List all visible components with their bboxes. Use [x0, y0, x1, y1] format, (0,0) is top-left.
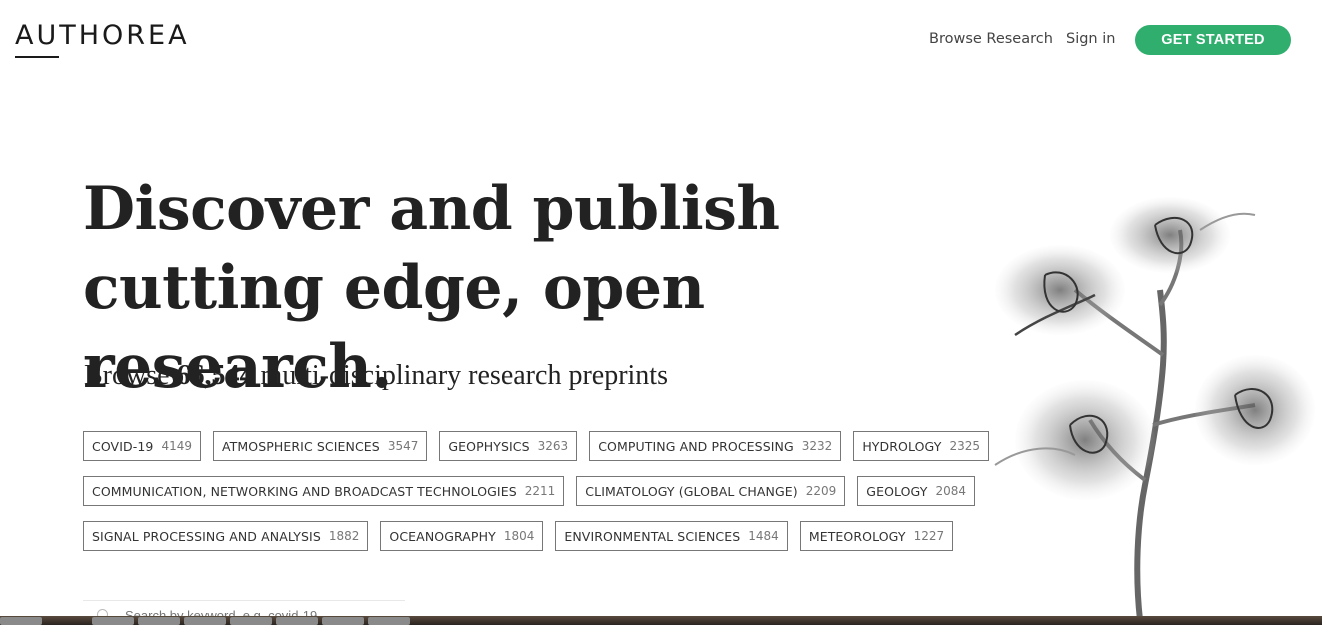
taskbar-button[interactable] [92, 617, 134, 625]
browse-prefix: Browse [84, 360, 170, 391]
browse-summary: Browse 66,544 multi-disciplinary researc… [84, 360, 668, 392]
taskbar-button[interactable] [184, 617, 226, 625]
tag-count: 4149 [161, 439, 192, 453]
tag-signal-processing[interactable]: SIGNAL PROCESSING AND ANALYSIS 1882 [83, 521, 369, 551]
browse-suffix: multi-disciplinary research preprints [260, 360, 668, 391]
sign-in-link[interactable]: Sign in [1066, 31, 1115, 47]
tag-count: 1227 [913, 529, 945, 543]
tag-name: GEOPHYSICS [448, 438, 530, 454]
tag-name: OCEANOGRAPHY [389, 528, 496, 544]
subject-tags-row-2: COMMUNICATION, NETWORKING AND BROADCAST … [83, 476, 976, 506]
tag-name: COVID-19 [92, 438, 154, 454]
tag-name: SIGNAL PROCESSING AND ANALYSIS [92, 528, 321, 544]
tag-count: 1484 [748, 529, 779, 543]
tag-environmental-sciences[interactable]: ENVIRONMENTAL SCIENCES 1484 [555, 521, 788, 551]
tag-geology[interactable]: GEOLOGY 2084 [857, 476, 976, 506]
tag-hydrology[interactable]: HYDROLOGY 2325 [853, 431, 990, 461]
tag-name: HYDROLOGY [862, 438, 942, 454]
taskbar-button[interactable] [230, 617, 272, 625]
tag-name: METEOROLOGY [808, 528, 906, 544]
tag-name: ENVIRONMENTAL SCIENCES [564, 528, 741, 544]
tag-covid-19[interactable]: COVID-19 4149 [83, 431, 201, 461]
tag-oceanography[interactable]: OCEANOGRAPHY 1804 [380, 521, 544, 551]
tag-meteorology[interactable]: METEOROLOGY 1227 [799, 521, 954, 551]
tag-climatology[interactable]: CLIMATOLOGY (GLOBAL CHANGE) 2209 [576, 476, 846, 506]
tag-geophysics[interactable]: GEOPHYSICS 3263 [439, 431, 578, 461]
get-started-button[interactable]: GET STARTED [1135, 25, 1291, 55]
tag-count: 2325 [949, 439, 981, 453]
tag-computing-and-processing[interactable]: COMPUTING AND PROCESSING 3232 [589, 431, 842, 461]
preprint-count: 66,544 [176, 360, 254, 391]
taskbar-button[interactable] [276, 617, 318, 625]
tag-count: 3263 [537, 439, 569, 453]
taskbar-button[interactable] [368, 617, 410, 625]
tag-communication-networking[interactable]: COMMUNICATION, NETWORKING AND BROADCAST … [83, 476, 565, 506]
logo-underline [15, 56, 59, 58]
tag-count: 3547 [387, 439, 419, 453]
tag-name: ATMOSPHERIC SCIENCES [221, 438, 380, 454]
tag-name: COMPUTING AND PROCESSING [598, 438, 794, 454]
tag-count: 3232 [801, 439, 833, 453]
tag-count: 1882 [328, 529, 360, 543]
authorea-logo[interactable]: AUTHOREA [15, 20, 190, 51]
tag-name: GEOLOGY [866, 483, 928, 499]
taskbar-button[interactable] [138, 617, 180, 625]
tag-count: 2211 [524, 484, 556, 498]
tag-name: CLIMATOLOGY (GLOBAL CHANGE) [585, 483, 798, 499]
tag-count: 2084 [935, 484, 967, 498]
tag-count: 2209 [805, 484, 837, 498]
tag-name: COMMUNICATION, NETWORKING AND BROADCAST … [92, 483, 517, 499]
browse-research-link[interactable]: Browse Research [929, 31, 1053, 47]
subject-tags-row-1: COVID-19 4149 ATMOSPHERIC SCIENCES 3547 GE… [83, 431, 990, 461]
taskbar-button[interactable] [322, 617, 364, 625]
orchid-illustration [994, 197, 1315, 620]
taskbar-button[interactable] [0, 617, 42, 625]
tag-atmospheric-sciences[interactable]: ATMOSPHERIC SCIENCES 3547 [212, 431, 428, 461]
tag-count: 1804 [503, 529, 535, 543]
top-navigation: AUTHOREA Browse Research Sign in GET STA… [0, 0, 1322, 80]
subject-tags-row-3: SIGNAL PROCESSING AND ANALYSIS 1882 OCEAN… [83, 521, 954, 551]
